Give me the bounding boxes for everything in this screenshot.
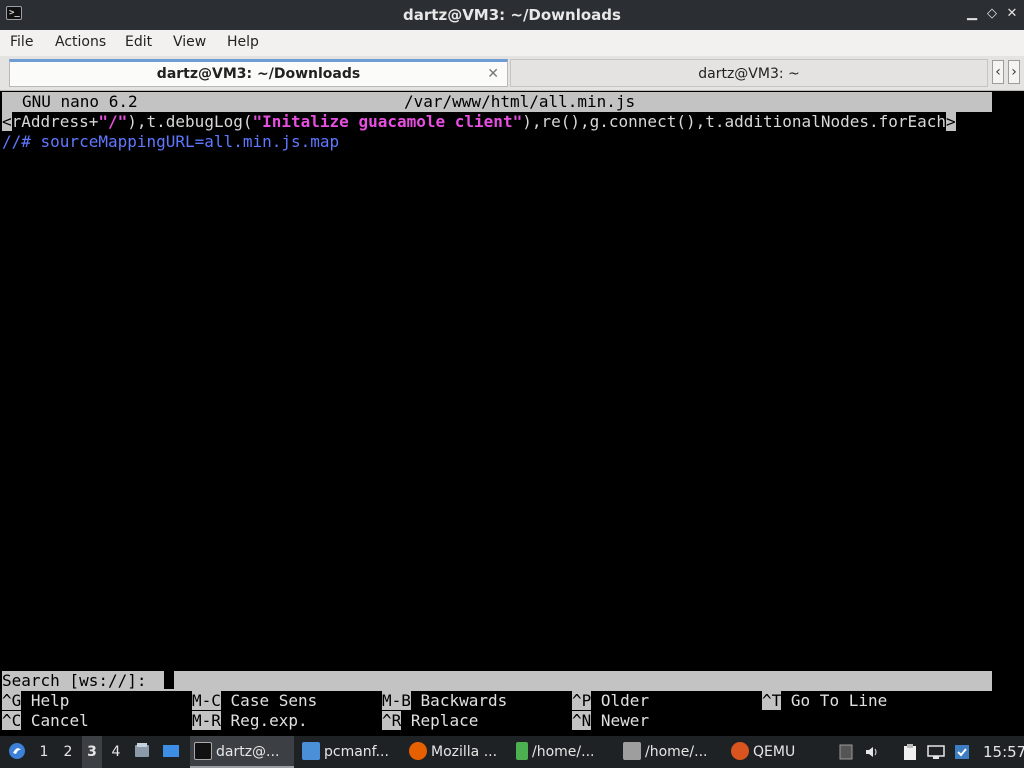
volume-icon[interactable] xyxy=(862,736,882,768)
shortcut-label: Go To Line xyxy=(790,691,888,710)
menu-file[interactable]: File xyxy=(10,34,33,50)
code-segment: ),re(),g.connect(),t.additionalNodes.for… xyxy=(522,112,947,131)
workspace-1[interactable]: 1 xyxy=(34,736,54,768)
shortcut-key: M-B xyxy=(382,691,411,710)
text-cursor xyxy=(164,671,175,689)
clipboard-manager-icon[interactable] xyxy=(900,736,920,768)
shortcut-key: ^P xyxy=(572,691,592,710)
shortcut-key: ^R xyxy=(382,711,402,730)
nano-filename: /var/www/html/all.min.js xyxy=(404,92,636,111)
tab-downloads[interactable]: dartz@VM3: ~/Downloads ✕ xyxy=(9,59,508,87)
workspace-2[interactable]: 2 xyxy=(58,736,78,768)
code-segment: rAddress+ xyxy=(11,112,99,131)
shortcut-label: Replace xyxy=(410,711,479,730)
search-prompt-bar[interactable]: Search [ws://]: xyxy=(2,671,992,691)
task-qemu[interactable]: QEMU xyxy=(727,736,827,768)
menu-actions[interactable]: Actions xyxy=(55,34,106,50)
tab-close-icon[interactable]: ✕ xyxy=(487,62,499,86)
qemu-icon xyxy=(731,742,749,760)
shortcut-go-to-line: ^T Go To Line xyxy=(762,691,887,711)
code-line[interactable]: <rAddress+"/"),t.debugLog("Initalize gua… xyxy=(2,112,956,132)
shortcut-key: M-R xyxy=(192,711,221,730)
comment-line[interactable]: //# sourceMappingURL=all.min.js.map xyxy=(2,132,339,152)
task-label: dartz@... xyxy=(216,744,280,760)
line-overflow-left-marker: < xyxy=(2,112,12,131)
start-menu-icon[interactable] xyxy=(4,736,30,768)
shortcut-case-sens: M-C Case Sens xyxy=(192,691,317,711)
shortcut-reg-exp: M-R Reg.exp. xyxy=(192,711,308,731)
task-firefox[interactable]: Mozilla ... xyxy=(405,736,509,768)
shortcut-key: M-C xyxy=(192,691,221,710)
shortcut-newer: ^N Newer xyxy=(572,711,649,731)
menu-edit[interactable]: Edit xyxy=(125,34,152,50)
shortcut-help: ^G Help xyxy=(2,691,69,711)
shortcut-label: Older xyxy=(600,691,650,710)
task-label: /home/... xyxy=(532,744,595,760)
tab-home[interactable]: dartz@VM3: ~ xyxy=(510,59,988,87)
task-text-editor[interactable]: /home/... xyxy=(512,736,616,768)
nano-version: GNU nano 6.2 xyxy=(22,92,138,111)
terminal-icon xyxy=(194,742,212,760)
code-segment: ),t.debugLog( xyxy=(127,112,253,131)
nano-header-bar: GNU nano 6.2 /var/www/html/all.min.js xyxy=(2,92,992,112)
clock[interactable]: 15:57 xyxy=(983,736,1024,768)
launcher-files-icon[interactable] xyxy=(133,736,155,768)
shortcut-backwards: M-B Backwards xyxy=(382,691,507,711)
shortcut-key: ^G xyxy=(2,691,22,710)
text-file-icon xyxy=(516,742,528,760)
tab-bar: dartz@VM3: ~/Downloads ✕ dartz@VM3: ~ ‹ … xyxy=(0,56,1024,91)
folder-icon xyxy=(302,742,320,760)
feather-icon xyxy=(623,742,641,760)
tab-label: dartz@VM3: ~/Downloads xyxy=(156,66,361,82)
shortcut-label: Reg.exp. xyxy=(230,711,308,730)
tab-scroll-left-icon[interactable]: ‹ xyxy=(992,60,1004,84)
window-titlebar[interactable]: >_ dartz@VM3: ~/Downloads ▁ ◇ ✕ xyxy=(0,0,1024,30)
line-overflow-right-marker: > xyxy=(946,112,956,131)
menu-view[interactable]: View xyxy=(173,34,206,50)
shortcut-label: Backwards xyxy=(420,691,508,710)
shortcut-key: ^N xyxy=(572,711,592,730)
code-string: "/" xyxy=(98,112,128,131)
shortcut-cancel: ^C Cancel xyxy=(2,711,89,731)
network-icon[interactable] xyxy=(926,736,946,768)
close-icon[interactable]: ✕ xyxy=(1004,6,1020,22)
update-notifier-icon[interactable] xyxy=(952,736,972,768)
launcher-desktop-icon[interactable] xyxy=(162,736,184,768)
menubar: File Actions Edit View Help xyxy=(0,30,1024,56)
shortcut-label: Cancel xyxy=(30,711,89,730)
workspace-3[interactable]: 3 xyxy=(82,736,102,768)
tab-label: dartz@VM3: ~ xyxy=(698,66,800,82)
maximize-icon[interactable]: ◇ xyxy=(984,6,1000,22)
task-label: Mozilla ... xyxy=(431,744,498,760)
shortcut-key: ^C xyxy=(2,711,22,730)
menu-help[interactable]: Help xyxy=(227,34,259,50)
code-string: "Initalize guacamole client" xyxy=(252,112,523,131)
tab-scroll-right-icon[interactable]: › xyxy=(1008,60,1020,84)
shortcut-key: ^T xyxy=(762,691,782,710)
shortcut-label: Case Sens xyxy=(230,691,318,710)
task-feather-editor[interactable]: /home/... xyxy=(619,736,723,768)
workspace-4[interactable]: 4 xyxy=(106,736,126,768)
task-label: QEMU xyxy=(753,744,796,760)
terminal-view[interactable]: GNU nano 6.2 /var/www/html/all.min.js <r… xyxy=(0,91,1024,735)
shortcut-label: Help xyxy=(30,691,70,710)
shortcut-older: ^P Older xyxy=(572,691,649,711)
taskbar: 1 2 3 4 dartz@... pcmanf... Mozilla ... … xyxy=(0,736,1024,768)
task-label: /home/... xyxy=(645,744,708,760)
task-label: pcmanf... xyxy=(324,744,389,760)
window-title: dartz@VM3: ~/Downloads xyxy=(403,6,621,24)
shortcut-replace: ^R Replace xyxy=(382,711,478,731)
tray-clipboard-icon[interactable] xyxy=(836,736,856,768)
task-terminal[interactable]: dartz@... xyxy=(190,736,294,768)
firefox-icon xyxy=(409,742,427,760)
search-prompt-label: Search [ws://]: xyxy=(2,671,157,690)
shortcut-label: Newer xyxy=(600,711,650,730)
task-pcmanfm[interactable]: pcmanf... xyxy=(298,736,402,768)
minimize-icon[interactable]: ▁ xyxy=(964,6,980,22)
